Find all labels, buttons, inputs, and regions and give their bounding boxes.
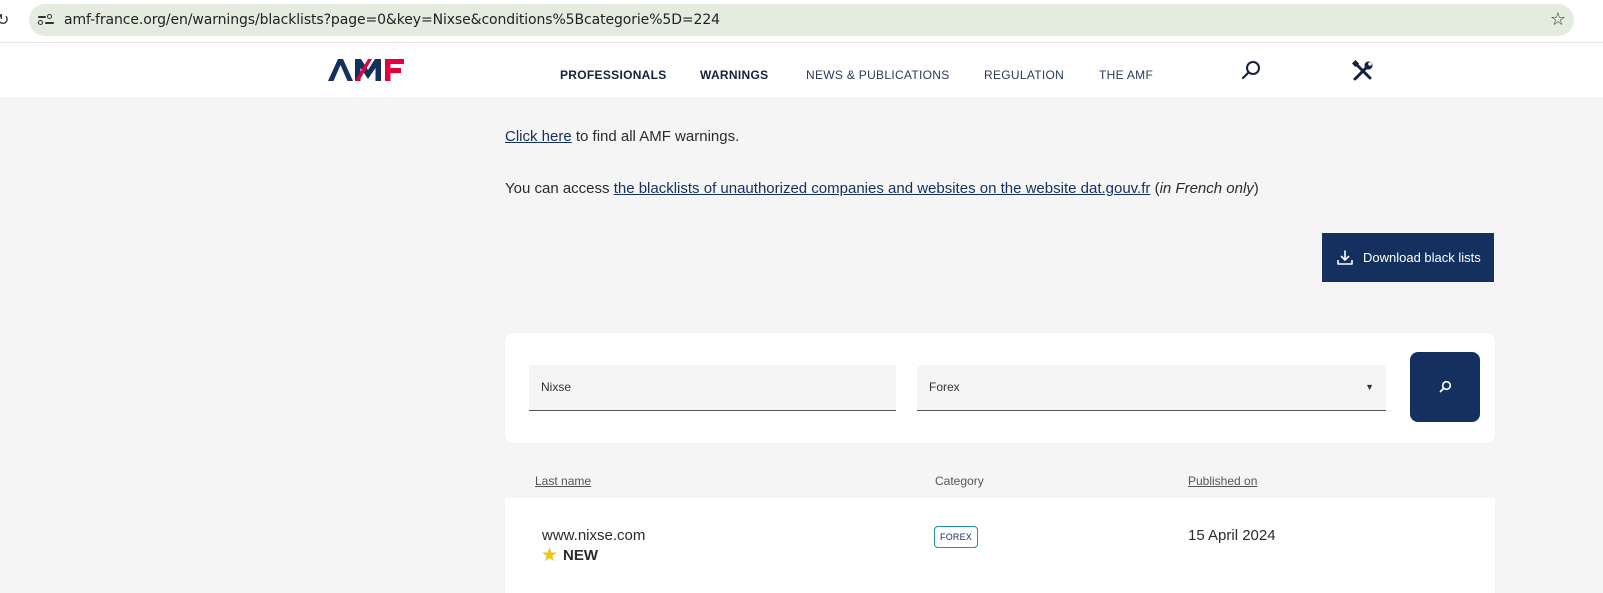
nav-warnings[interactable]: WARNINGS	[700, 68, 768, 82]
table-row[interactable]: www.nixse.com ★ NEW FOREX 15 April 2024	[505, 498, 1495, 593]
keyword-value: Nixse	[541, 380, 572, 394]
blacklists-paragraph: You can access the blacklists of unautho…	[505, 180, 1259, 197]
reload-icon[interactable]: ↻	[0, 10, 9, 30]
bookmark-star-icon[interactable]: ☆	[1550, 9, 1566, 30]
browser-toolbar: ↻ amf-france.org/en/warnings/blacklists?…	[0, 0, 1603, 42]
click-here-link[interactable]: Click here	[505, 128, 572, 145]
chevron-down-icon: ▼	[1365, 382, 1374, 392]
dat-gouv-link[interactable]: the blacklists of unauthorized companies…	[614, 180, 1151, 197]
french-only-note: in French only	[1159, 180, 1254, 197]
published-date: 15 April 2024	[1188, 527, 1276, 544]
download-blacklists-button[interactable]: Download black lists	[1322, 233, 1494, 282]
star-icon: ★	[541, 545, 559, 566]
search-icon	[1439, 380, 1452, 393]
url-text[interactable]: amf-france.org/en/warnings/blacklists?pa…	[64, 12, 720, 28]
tools-icon[interactable]	[1350, 58, 1376, 84]
access-prefix: You can access	[505, 180, 614, 197]
category-select[interactable]: Forex ▼	[917, 365, 1386, 411]
paren-open: (	[1150, 180, 1160, 197]
all-warnings-text: to find all AMF warnings.	[571, 128, 740, 145]
result-name[interactable]: www.nixse.com	[542, 527, 645, 544]
site-info-icon[interactable]	[38, 13, 54, 27]
search-submit-button[interactable]	[1410, 352, 1480, 422]
download-button-label: Download black lists	[1363, 250, 1481, 265]
amf-logo[interactable]	[328, 57, 420, 83]
nav-the-amf[interactable]: THE AMF	[1099, 68, 1153, 82]
paren-close: )	[1253, 180, 1259, 197]
site-header: PROFESSIONALS WARNINGS NEWS & PUBLICATIO…	[0, 42, 1603, 97]
nav-professionals[interactable]: PROFESSIONALS	[560, 68, 667, 82]
all-warnings-paragraph: Click here to find all AMF warnings.	[505, 128, 739, 145]
column-header-published-on[interactable]: Published on	[1188, 474, 1257, 488]
new-badge: ★ NEW	[541, 544, 598, 567]
search-icon[interactable]	[1238, 58, 1264, 84]
column-header-category: Category	[935, 474, 984, 488]
keyword-input[interactable]: Nixse	[529, 365, 896, 411]
download-icon	[1337, 249, 1353, 265]
category-value: Forex	[929, 380, 960, 394]
search-panel: Nixse Forex ▼	[505, 333, 1495, 443]
column-header-last-name[interactable]: Last name	[535, 474, 591, 488]
nav-news-publications[interactable]: NEWS & PUBLICATIONS	[806, 68, 950, 82]
nav-regulation[interactable]: REGULATION	[984, 68, 1064, 82]
new-label: NEW	[563, 547, 599, 564]
address-bar[interactable]: amf-france.org/en/warnings/blacklists?pa…	[29, 4, 1574, 36]
category-badge: FOREX	[934, 526, 979, 548]
